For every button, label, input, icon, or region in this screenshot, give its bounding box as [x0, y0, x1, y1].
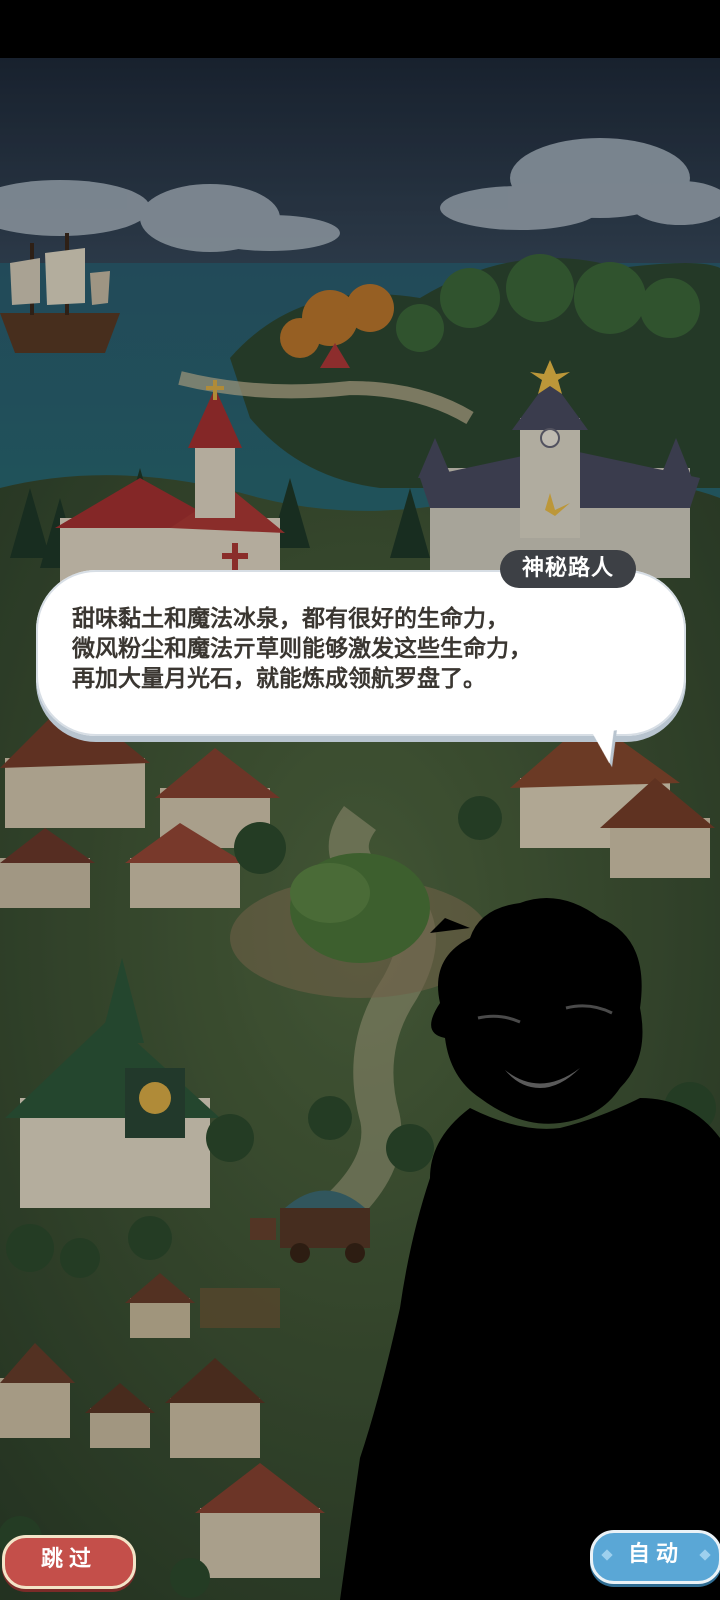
- skip-button[interactable]: 跳过: [2, 1535, 136, 1589]
- skip-button-label: 跳过: [40, 1547, 97, 1572]
- village-map-illustration: [0, 58, 720, 1600]
- dialog-line: 甜味黏土和魔法冰泉，都有很好的生命力，: [72, 606, 509, 632]
- auto-button-label: 自动: [627, 1542, 684, 1567]
- diamond-icon: [699, 1549, 711, 1561]
- village-scene-background: [0, 58, 720, 1600]
- dialog-line: 再加大量月光石，就能炼成领航罗盘了。: [72, 666, 486, 692]
- dialog-bubble-tail: [590, 726, 620, 766]
- dialog-text: 甜味黏土和魔法冰泉，都有很好的生命力， 微风粉尘和魔法亓草则能够激发这些生命力，…: [72, 604, 672, 694]
- status-bar-area: [0, 0, 720, 58]
- speaker-name-tag: 神秘路人: [500, 550, 637, 588]
- dialog-line: 微风粉尘和魔法亓草则能够激发这些生命力，: [72, 636, 532, 662]
- auto-button[interactable]: 自动: [590, 1530, 720, 1584]
- diamond-icon: [601, 1549, 613, 1561]
